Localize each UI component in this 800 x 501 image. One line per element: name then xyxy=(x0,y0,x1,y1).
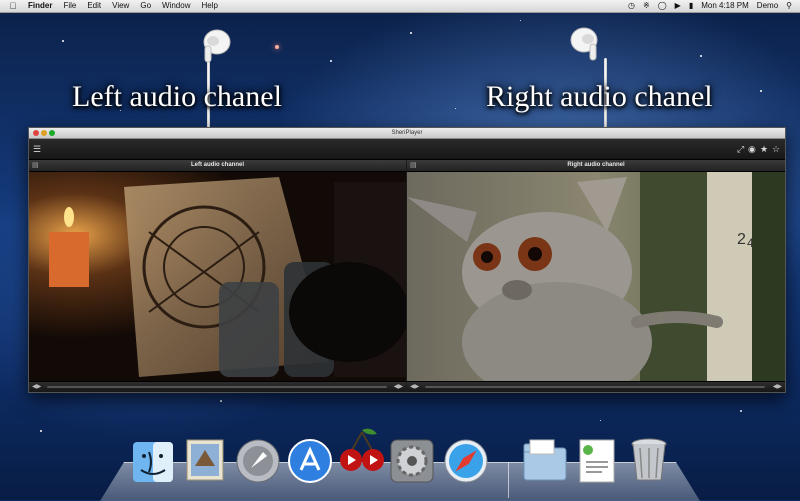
status-area: ◷ ※ ◯ ▶ ▮ Mon 4:18 PM Demo ⚲ xyxy=(620,0,792,12)
player-toolbar: ☰ ⤢ ◉ ★ ☆ xyxy=(29,139,785,160)
menu-help[interactable]: Help xyxy=(201,0,217,12)
dock-divider xyxy=(508,462,509,498)
window-title: SheriPlayer xyxy=(391,130,423,136)
left-pane-header: ▤ Left audio channel xyxy=(29,160,406,172)
svg-text:4: 4 xyxy=(747,236,754,250)
right-channel-caption: Right audio chanel xyxy=(486,80,713,113)
menu-go[interactable]: Go xyxy=(140,0,151,12)
right-next-icon[interactable]: ◀▶ xyxy=(773,382,782,392)
snapshot-icon[interactable]: ◉ xyxy=(748,145,756,154)
mail-icon[interactable] xyxy=(183,436,227,484)
left-video[interactable] xyxy=(29,172,406,381)
menu-window[interactable]: Window xyxy=(162,0,190,12)
time-machine-icon[interactable]: ◷ xyxy=(628,0,635,12)
preview-document-icon[interactable] xyxy=(578,438,616,484)
left-prev-icon[interactable]: ◀▶ xyxy=(32,382,41,392)
menu-bar:  Finder File Edit View Go Window Help ◷… xyxy=(0,0,800,13)
volume-icon[interactable]: ▶ xyxy=(675,0,681,12)
sheriplayer-icon[interactable] xyxy=(337,426,387,476)
right-pane-label: Right audio channel xyxy=(567,162,625,168)
right-pane-controls: ◀▶ ◀▶ xyxy=(407,381,785,392)
right-pane-header: ▤ Right audio channel xyxy=(407,160,785,172)
safari-icon[interactable] xyxy=(443,438,489,484)
player-window: SheriPlayer ☰ ⤢ ◉ ★ ☆ ▤ Left audio chann… xyxy=(28,127,786,393)
apple-logo-icon[interactable]:  xyxy=(8,1,18,11)
left-seek-track[interactable] xyxy=(47,386,387,388)
svg-text:2: 2 xyxy=(737,231,746,248)
clock[interactable]: Mon 4:18 PM xyxy=(701,0,749,12)
trash-icon[interactable] xyxy=(628,436,670,484)
menu-edit[interactable]: Edit xyxy=(87,0,101,12)
left-pane-controls: ◀▶ ◀▶ xyxy=(29,381,406,392)
favorite-star-icon[interactable]: ★ xyxy=(760,145,768,154)
right-earbud-icon xyxy=(570,27,598,61)
menu-file[interactable]: File xyxy=(63,0,76,12)
left-earbud-icon xyxy=(203,29,231,63)
wifi-icon[interactable]: ◯ xyxy=(658,0,667,12)
finder-icon[interactable] xyxy=(131,440,175,484)
battery-icon[interactable]: ▮ xyxy=(689,0,693,12)
launchpad-icon[interactable] xyxy=(235,438,281,484)
bluetooth-icon[interactable]: ※ xyxy=(643,0,650,12)
user-name[interactable]: Demo xyxy=(757,0,778,12)
documents-folder-icon[interactable] xyxy=(520,436,570,484)
spotlight-icon[interactable]: ⚲ xyxy=(786,0,792,12)
menu-app-name[interactable]: Finder xyxy=(28,0,52,12)
menu-view[interactable]: View xyxy=(112,0,129,12)
left-next-icon[interactable]: ◀▶ xyxy=(394,382,403,392)
window-titlebar[interactable]: SheriPlayer xyxy=(29,128,785,139)
system-preferences-icon[interactable] xyxy=(389,438,435,484)
right-prev-icon[interactable]: ◀▶ xyxy=(410,382,419,392)
right-seek-track[interactable] xyxy=(425,386,765,388)
right-video[interactable]: 2 4 xyxy=(407,172,785,381)
fullscreen-icon[interactable]: ⤢ xyxy=(737,145,744,154)
app-store-icon[interactable] xyxy=(287,438,333,484)
playlist-icon[interactable]: ☰ xyxy=(33,145,41,154)
rating-star-icon[interactable]: ☆ xyxy=(772,145,780,154)
left-pane-label: Left audio channel xyxy=(190,162,244,168)
left-channel-caption: Left audio chanel xyxy=(72,80,282,113)
